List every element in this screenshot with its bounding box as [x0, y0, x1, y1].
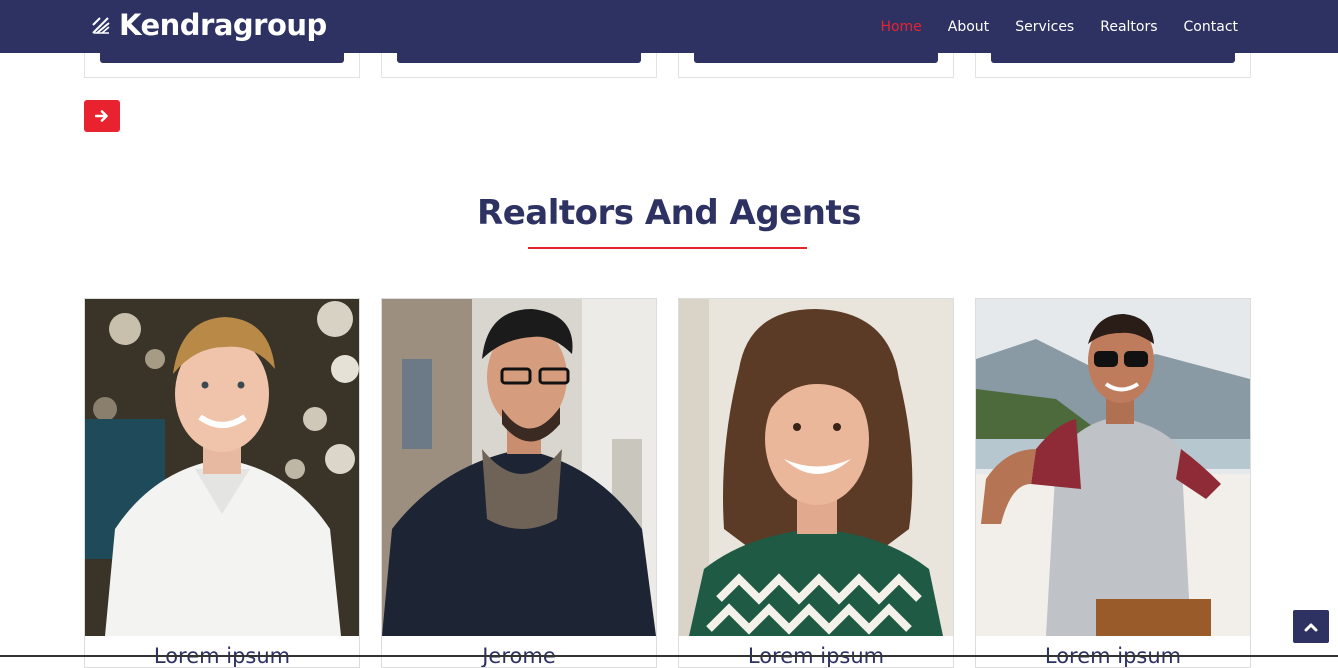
arrow-right-icon: [95, 110, 108, 122]
nav-about[interactable]: About: [948, 19, 989, 35]
agent-card[interactable]: Jerome: [381, 298, 657, 668]
brand-slash-icon: [92, 17, 110, 34]
agent-photo: [85, 299, 359, 636]
brand-logo[interactable]: Kendragroup: [91, 6, 327, 44]
nav-services[interactable]: Services: [1015, 19, 1074, 35]
agent-card[interactable]: Lorem ipsum: [975, 298, 1251, 668]
agent-photo: [382, 299, 656, 636]
next-button[interactable]: [84, 100, 120, 132]
nav-realtors[interactable]: Realtors: [1100, 19, 1157, 35]
agent-card[interactable]: Lorem ipsum: [84, 298, 360, 668]
title-underline: [528, 247, 807, 249]
agent-card[interactable]: Lorem ipsum: [678, 298, 954, 668]
main-nav: Home About Services Realtors Contact: [854, 0, 1238, 53]
brand-name: Kendragroup: [119, 8, 327, 42]
agent-photo: [679, 299, 953, 636]
navbar: Kendragroup Home About Services Realtors…: [0, 0, 1338, 53]
nav-home[interactable]: Home: [880, 19, 921, 35]
nav-contact[interactable]: Contact: [1184, 19, 1238, 35]
scroll-top-button[interactable]: [1293, 610, 1329, 643]
chevron-up-icon: [1304, 623, 1318, 631]
section-title: Realtors And Agents: [477, 193, 861, 233]
agent-photo: [976, 299, 1250, 636]
